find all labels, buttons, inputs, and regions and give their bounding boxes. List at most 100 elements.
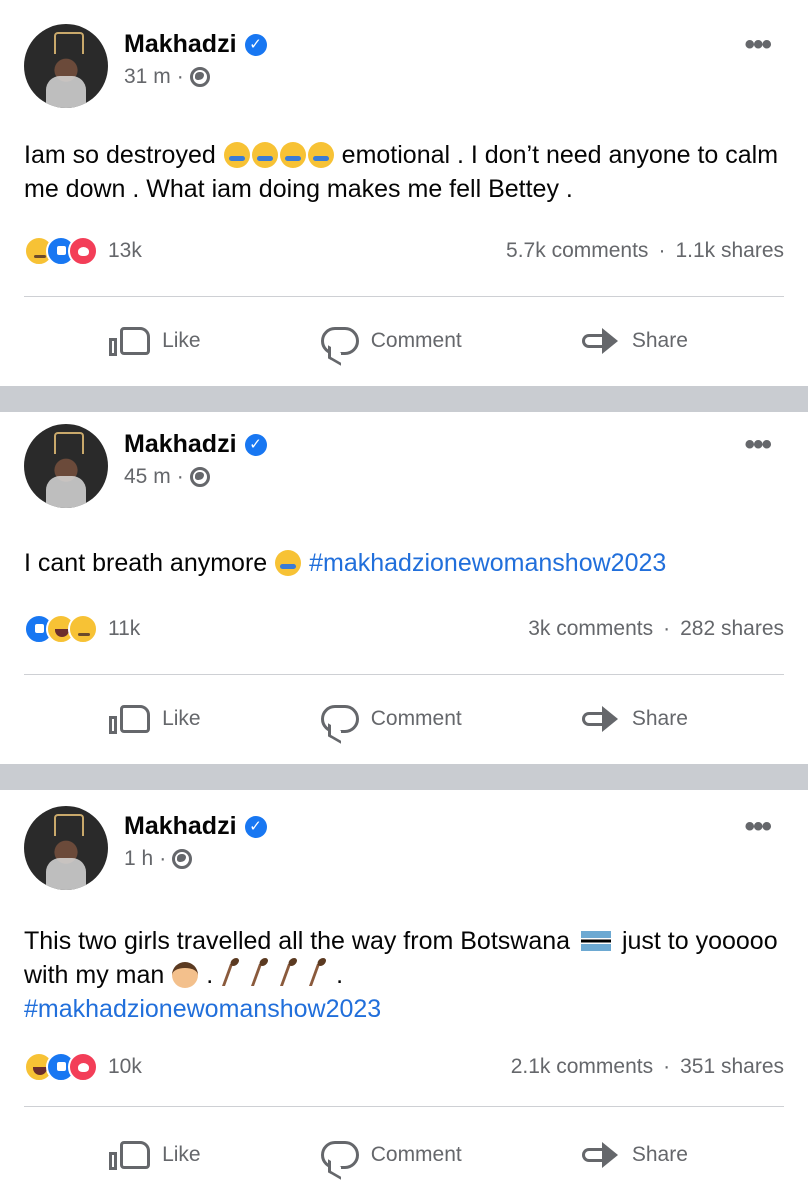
post-stats: 11k 3k comments · 282 shares	[24, 614, 784, 644]
running-woman-icon	[222, 964, 248, 986]
action-bar: Like Comment Share	[0, 326, 808, 356]
post-stats: 13k 5.7k comments · 1.1k shares	[24, 236, 784, 266]
love-reaction-icon	[68, 236, 98, 266]
share-icon	[581, 326, 620, 356]
love-reaction-icon	[68, 1052, 98, 1082]
post-text: I cant breath anymore #makhadzionewomans…	[24, 546, 784, 580]
running-woman-icon	[251, 964, 277, 986]
post-separator	[0, 764, 808, 790]
share-button[interactable]: Share	[581, 326, 688, 356]
crying-emoji-icon	[279, 142, 306, 168]
author-name[interactable]: Makhadzi	[124, 30, 237, 59]
hashtag-link[interactable]: #makhadzionewomanshow2023	[309, 549, 666, 577]
globe-icon	[189, 67, 210, 87]
shares-count[interactable]: 1.1k shares	[675, 239, 784, 263]
divider	[24, 1106, 784, 1107]
running-woman-icon	[280, 964, 306, 986]
comment-icon	[320, 327, 359, 355]
post-time[interactable]: 45 m	[124, 465, 171, 489]
hashtag-link[interactable]: #makhadzionewomanshow2023	[24, 995, 381, 1023]
share-button[interactable]: Share	[581, 1140, 688, 1170]
like-label: Like	[162, 329, 201, 352]
like-button[interactable]: Like	[109, 1140, 201, 1170]
share-label: Share	[631, 707, 688, 730]
action-bar: Like Comment Share	[0, 1140, 808, 1170]
post-text: Iam so destroyed emotional . I don’t nee…	[24, 138, 784, 206]
post-separator	[0, 386, 808, 412]
comment-button[interactable]: Comment	[320, 1140, 462, 1170]
avatar[interactable]	[24, 424, 108, 508]
share-label: Share	[631, 1143, 688, 1166]
more-icon[interactable]: •••	[744, 812, 771, 842]
like-button[interactable]: Like	[109, 326, 201, 356]
running-woman-icon	[309, 964, 335, 986]
comment-icon	[320, 705, 359, 733]
verified-icon: ✓	[244, 815, 267, 838]
post-2: Makhadzi ✓ 45 m · ••• I cant breath anym…	[0, 412, 808, 764]
author-name[interactable]: Makhadzi	[124, 430, 237, 459]
divider	[24, 674, 784, 675]
shares-count[interactable]: 282 shares	[680, 617, 784, 641]
post-text: This two girls travelled all the way fro…	[24, 924, 784, 1026]
meta-dot: ·	[159, 847, 167, 870]
post-text-part: This two girls travelled all the way fro…	[24, 927, 571, 955]
reactions[interactable]: 10k	[24, 1052, 142, 1082]
like-button[interactable]: Like	[109, 704, 201, 734]
comment-label: Comment	[370, 707, 462, 730]
crying-emoji-icon	[307, 142, 334, 168]
more-icon[interactable]: •••	[744, 430, 771, 460]
comment-button[interactable]: Comment	[320, 704, 462, 734]
author-name[interactable]: Makhadzi	[124, 812, 237, 841]
post-1: Makhadzi ✓ 31 m · ••• Iam so destroyed e…	[0, 0, 808, 386]
avatar[interactable]	[24, 806, 108, 890]
post-time[interactable]: 31 m	[124, 65, 171, 89]
botswana-flag-icon	[581, 931, 611, 951]
man-emoji-icon	[172, 962, 199, 988]
reaction-count: 13k	[108, 239, 142, 262]
post-header: Makhadzi ✓ 31 m ·	[24, 24, 267, 108]
share-label: Share	[631, 329, 688, 352]
comments-count[interactable]: 5.7k comments	[506, 239, 648, 263]
comment-button[interactable]: Comment	[320, 326, 462, 356]
like-icon	[109, 1141, 151, 1170]
post-text-part: Iam so destroyed	[24, 141, 216, 169]
meta-dot: ·	[176, 65, 184, 88]
reactions[interactable]: 13k	[24, 236, 142, 266]
reactions[interactable]: 11k	[24, 614, 140, 644]
post-3: Makhadzi ✓ 1 h · ••• This two girls trav…	[0, 790, 808, 1200]
comments-count[interactable]: 2.1k comments	[511, 1055, 653, 1079]
action-bar: Like Comment Share	[0, 704, 808, 734]
globe-icon	[172, 849, 193, 869]
stats-dot: ·	[658, 239, 666, 262]
comments-count[interactable]: 3k comments	[528, 617, 653, 641]
comment-label: Comment	[370, 1143, 462, 1166]
share-icon	[581, 704, 620, 734]
like-icon	[109, 705, 151, 734]
crying-emoji-icon	[251, 142, 278, 168]
post-text-part: .	[336, 961, 344, 989]
reaction-count: 10k	[108, 1055, 142, 1078]
comment-label: Comment	[370, 329, 462, 352]
like-label: Like	[162, 1143, 201, 1166]
post-header: Makhadzi ✓ 1 h ·	[24, 806, 267, 890]
globe-icon	[189, 467, 210, 487]
verified-icon: ✓	[244, 33, 267, 56]
more-icon[interactable]: •••	[744, 30, 771, 60]
shares-count[interactable]: 351 shares	[680, 1055, 784, 1079]
stats-dot: ·	[663, 1055, 671, 1078]
share-button[interactable]: Share	[581, 704, 688, 734]
meta-dot: ·	[176, 465, 184, 488]
comment-icon	[320, 1141, 359, 1169]
post-time[interactable]: 1 h	[124, 847, 153, 871]
avatar[interactable]	[24, 24, 108, 108]
post-stats: 10k 2.1k comments · 351 shares	[24, 1052, 784, 1082]
like-icon	[109, 327, 151, 356]
stats-dot: ·	[663, 617, 671, 640]
post-header: Makhadzi ✓ 45 m ·	[24, 424, 267, 508]
like-label: Like	[162, 707, 201, 730]
sad-reaction-icon	[68, 614, 98, 644]
reaction-count: 11k	[108, 617, 141, 640]
post-text-part: I cant breath anymore	[24, 549, 268, 577]
post-text-part: .	[206, 961, 214, 989]
crying-emoji-icon	[275, 550, 302, 576]
